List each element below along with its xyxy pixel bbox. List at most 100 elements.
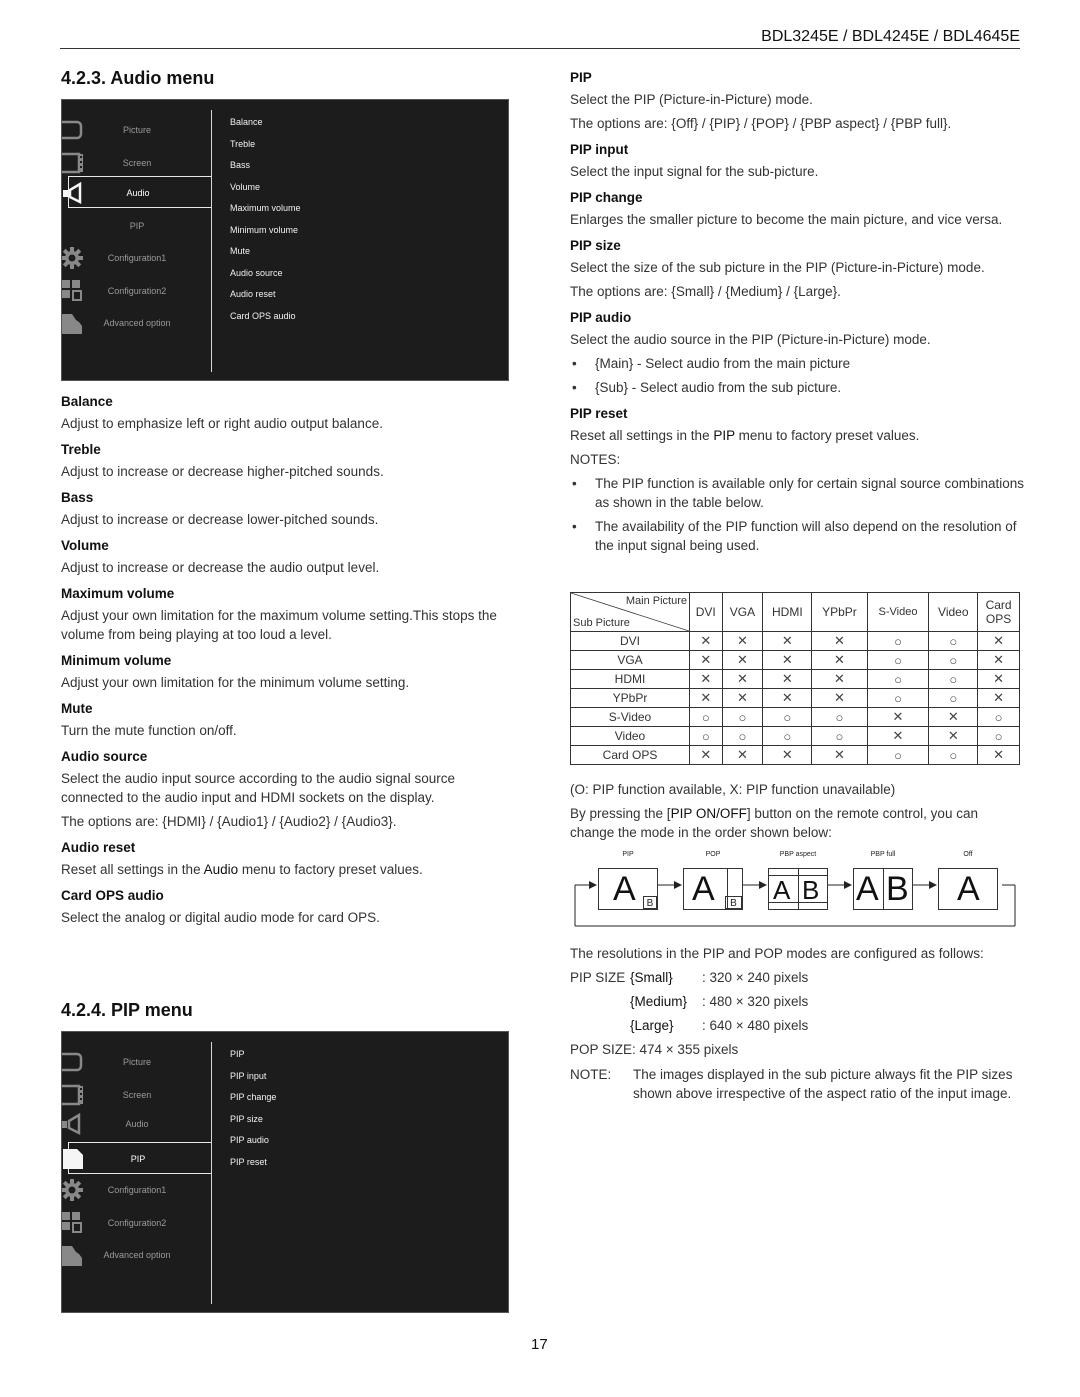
osd-category-audio[interactable]: Audio (63, 176, 212, 208)
osd-category-label: PIP (129, 221, 145, 231)
osd-category-pip[interactable]: PIP (63, 1142, 212, 1174)
osd-category-label: Picture (122, 125, 151, 135)
available-mark: ○ (689, 726, 723, 746)
audio-descriptions: Balance Adjust to emphasize left or right… (61, 390, 511, 932)
available-mark: ○ (811, 707, 868, 727)
available-mark: ○ (928, 688, 979, 708)
unavailable-mark: ✕ (811, 650, 868, 670)
advanced-icon (62, 312, 84, 334)
available-mark: ○ (928, 669, 979, 689)
osd-category-screen[interactable]: Screen (54, 147, 212, 179)
unavailable-mark: ✕ (721, 745, 764, 765)
row-label: DVI (570, 631, 690, 651)
osd-submenu-item[interactable]: PIP (230, 1044, 276, 1066)
entry-text: Select the audio input source according … (61, 771, 456, 805)
entry-heading: Minimum volume (61, 653, 172, 668)
entry-heading: Balance (61, 394, 113, 409)
pip-size-label: PIP SIZE (570, 970, 626, 985)
available-mark: ○ (866, 631, 930, 651)
osd-submenu-item[interactable]: Maximum volume (230, 198, 301, 220)
flow-mode-pbp-aspect: AB (768, 868, 828, 910)
pip-mode-flow-diagram: PIP A B POP A B PBP aspect A B PBP full A B Off A (570, 848, 1020, 932)
osd-submenu-item[interactable]: Mute (230, 241, 301, 263)
osd-submenu-item[interactable]: Treble (230, 134, 301, 156)
osd-submenu-item[interactable]: PIP audio (230, 1130, 276, 1152)
osd-category-advanced-option[interactable]: Advanced option (62, 1239, 212, 1271)
column-header: Card OPS (977, 592, 1020, 632)
entry-heading: PIP input (570, 142, 629, 157)
osd-category-label: Audio (126, 188, 150, 198)
osd-category-pip[interactable]: PIP (62, 210, 212, 242)
entry-text: Adjust to emphasize left or right audio … (61, 416, 383, 431)
notes-list: • The PIP function is available only for … (570, 474, 1025, 555)
osd-category-label: Screen (122, 1090, 152, 1100)
pip-legend-block: (O: PIP function available, X: PIP funct… (570, 780, 1025, 847)
osd-submenu-item[interactable]: Bass (230, 155, 301, 177)
available-mark: ○ (977, 726, 1020, 746)
entry-text: Turn the mute function on/off. (61, 723, 237, 738)
unavailable-mark: ✕ (977, 669, 1020, 689)
available-mark: ○ (811, 726, 868, 746)
table-row: VGA ✕ ✕ ✕ ✕ ○ ○ ✕ (570, 650, 1020, 670)
entry-heading: Audio source (61, 749, 148, 764)
available-mark: ○ (928, 631, 979, 651)
remote-instruction: By pressing the [PIP ON/OFF] button on t… (570, 804, 1025, 842)
row-label: Card OPS (570, 745, 690, 765)
main-picture-letter: A (692, 870, 715, 908)
osd-submenu-item[interactable]: PIP size (230, 1109, 276, 1131)
pip-legend: (O: PIP function available, X: PIP funct… (570, 782, 896, 797)
pop-size: POP SIZE: 474 × 355 pixels (570, 1042, 739, 1057)
osd-submenu-item[interactable]: Balance (230, 112, 301, 134)
entry-text: Select the PIP (Picture-in-Picture) mode… (570, 92, 813, 107)
osd-submenu-item[interactable]: PIP input (230, 1066, 276, 1088)
osd-divider (211, 1042, 212, 1304)
header-rule (60, 48, 1020, 49)
flow-mode-label: PBP aspect (779, 851, 817, 858)
osd-submenu-item[interactable]: Volume (230, 177, 301, 199)
table-row: S-Video ○ ○ ○ ○ ✕ ✕ ○ (570, 707, 1020, 727)
pip-size-value: : 320 × 240 pixels (702, 970, 809, 985)
available-mark: ○ (762, 726, 813, 746)
unavailable-mark: ✕ (811, 688, 868, 708)
osd-submenu-item[interactable]: Card OPS audio (230, 306, 301, 328)
entry-heading: Bass (61, 490, 94, 505)
unavailable-mark: ✕ (977, 631, 1020, 651)
sub-picture-letter: B (646, 898, 654, 909)
osd-category-advanced-option[interactable]: Advanced option (62, 307, 212, 339)
osd-submenu-item[interactable]: PIP reset (230, 1152, 276, 1174)
row-label: Video (570, 726, 690, 746)
osd-submenu-item[interactable]: Audio reset (230, 284, 301, 306)
unavailable-mark: ✕ (721, 669, 764, 689)
unavailable-mark: ✕ (689, 650, 723, 670)
row-label: YPbPr (570, 688, 690, 708)
pip-size-row: {Large}: 640 × 480 pixels (570, 1014, 1025, 1038)
osd-category-label: Configuration2 (107, 1218, 167, 1228)
entry-heading: Card OPS audio (61, 888, 164, 903)
audio-section-title: 4.2.3. Audio menu (61, 68, 215, 88)
entry-text: Select the analog or digital audio mode … (61, 910, 380, 925)
osd-category-configuration2[interactable]: Configuration2 (62, 1207, 212, 1239)
osd-category-screen[interactable]: Screen (54, 1079, 212, 1111)
flow-mode-label: Off (963, 851, 973, 858)
osd-category-configuration1[interactable]: Configuration1 (61, 242, 212, 274)
osd-category-configuration1[interactable]: Configuration1 (61, 1174, 212, 1206)
unavailable-mark: ✕ (762, 631, 813, 651)
entry-heading: PIP (570, 70, 592, 85)
osd-category-picture[interactable]: Picture (54, 1046, 212, 1078)
osd-submenu-item[interactable]: PIP change (230, 1087, 276, 1109)
pip-size-value: : 480 × 320 pixels (702, 994, 809, 1009)
speaker-icon (62, 1112, 84, 1136)
osd-submenu-item[interactable]: Audio source (230, 263, 301, 285)
flow-mode-label: PIP (622, 851, 634, 858)
table-row: Card OPS ✕ ✕ ✕ ✕ ○ ○ ✕ (570, 745, 1020, 765)
unavailable-mark: ✕ (811, 745, 868, 765)
osd-submenu-item[interactable]: Minimum volume (230, 220, 301, 242)
unavailable-mark: ✕ (689, 688, 723, 708)
note-item: • The PIP function is available only for … (570, 474, 1025, 512)
osd-category-configuration2[interactable]: Configuration2 (62, 275, 212, 307)
grid-icon (62, 1212, 84, 1234)
osd-category-audio[interactable]: Audio (62, 1108, 212, 1140)
osd-category-picture[interactable]: Picture (54, 114, 212, 146)
film-screen-icon (54, 1084, 84, 1106)
osd-category-label: Advanced option (103, 1250, 171, 1260)
